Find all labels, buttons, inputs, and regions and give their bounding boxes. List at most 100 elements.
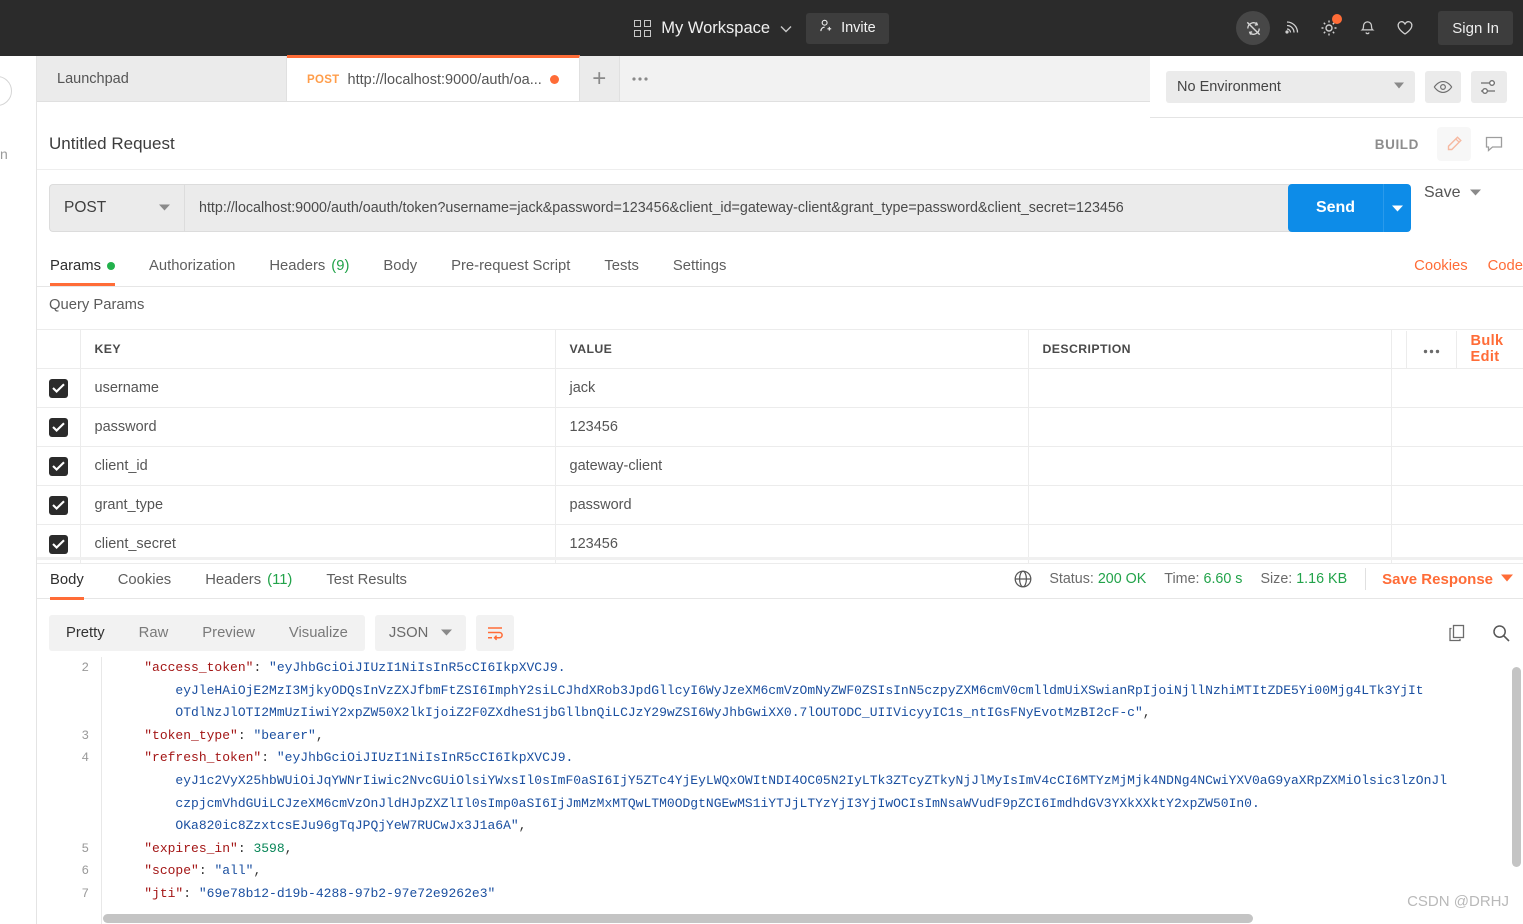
response-body-viewer[interactable]: 2 3 4 5 6 7 "access_token": "eyJhbGciOiJIUzI1… xyxy=(37,657,1523,924)
time-value: 6.60 s xyxy=(1203,571,1243,587)
tab-request-post[interactable]: POST http://localhost:9000/auth/oa... xyxy=(287,55,580,101)
http-method-select[interactable]: POST xyxy=(49,184,184,232)
view-mode-preview[interactable]: Preview xyxy=(185,615,272,651)
response-body-code[interactable]: "access_token": "eyJhbGciOiJIUzI1NiIsInR… xyxy=(103,657,1509,924)
environment-select[interactable]: No Environment xyxy=(1166,70,1415,103)
line-number xyxy=(37,702,101,725)
code-token: : xyxy=(237,840,254,856)
tab-params[interactable]: Params xyxy=(37,246,132,286)
tab-options-button[interactable] xyxy=(619,56,660,101)
invite-button[interactable]: Invite xyxy=(806,12,889,44)
pencil-icon[interactable] xyxy=(1437,127,1471,161)
eye-icon[interactable] xyxy=(1425,70,1461,103)
tab-url-label: http://localhost:9000/auth/oa... xyxy=(347,71,542,88)
tab-settings[interactable]: Settings xyxy=(656,246,743,286)
response-tab-cookies[interactable]: Cookies xyxy=(101,560,188,600)
code-link[interactable]: Code xyxy=(1488,258,1523,274)
params-more-options-button[interactable] xyxy=(1405,330,1457,368)
param-description[interactable] xyxy=(1028,407,1392,447)
workspace-name: My Workspace xyxy=(661,18,771,37)
line-number: 2 xyxy=(81,661,89,675)
tab-authorization[interactable]: Authorization xyxy=(132,246,252,286)
row-checkbox[interactable] xyxy=(48,495,68,515)
line-number-gutter: 2 3 4 5 6 7 xyxy=(37,657,102,924)
code-token: : xyxy=(237,727,254,743)
url-input[interactable]: http://localhost:9000/auth/oauth/token?u… xyxy=(184,184,1323,232)
copy-icon[interactable] xyxy=(1447,623,1467,643)
row-checkbox[interactable] xyxy=(48,417,68,437)
param-key[interactable]: grant_type xyxy=(80,485,556,525)
view-mode-pretty[interactable]: Pretty xyxy=(49,615,122,651)
code-token: "eyJhbGciOiJIUzI1NiIsInR5cCI6IkpXVCJ9. xyxy=(269,660,566,675)
table-row[interactable]: password 123456 xyxy=(37,407,1523,447)
workspace-selector[interactable]: My Workspace xyxy=(634,19,792,38)
broadcast-icon[interactable] xyxy=(1274,11,1308,45)
param-description[interactable] xyxy=(1028,368,1392,408)
environment-bar: No Environment xyxy=(1150,56,1523,118)
cookies-link[interactable]: Cookies xyxy=(1414,258,1467,274)
param-actions xyxy=(1391,485,1523,525)
divider xyxy=(1365,568,1367,590)
save-response-caret-icon[interactable] xyxy=(1501,573,1513,585)
code-token: : xyxy=(253,660,270,675)
wrap-lines-icon[interactable] xyxy=(476,615,515,651)
globe-icon[interactable] xyxy=(1013,569,1033,589)
response-tab-headers[interactable]: Headers (11) xyxy=(188,560,309,600)
row-checkbox[interactable] xyxy=(48,456,68,476)
param-key[interactable]: password xyxy=(80,407,556,447)
view-mode-visualize[interactable]: Visualize xyxy=(272,615,365,651)
param-value[interactable]: jack xyxy=(555,368,1029,408)
param-key[interactable]: client_id xyxy=(80,446,556,486)
sync-off-icon[interactable] xyxy=(1236,11,1271,45)
row-checkbox[interactable] xyxy=(48,378,68,398)
new-tab-button[interactable]: + xyxy=(579,56,620,101)
tab-body[interactable]: Body xyxy=(366,246,434,286)
response-meta-bar: Status: 200 OK Time: 6.60 s Size: 1.16 K… xyxy=(1013,560,1513,598)
tab-tests[interactable]: Tests xyxy=(587,246,656,286)
table-row[interactable]: username jack xyxy=(37,368,1523,408)
bell-icon[interactable] xyxy=(1350,11,1384,45)
tab-headers[interactable]: Headers (9) xyxy=(252,246,366,286)
sign-in-button[interactable]: Sign In xyxy=(1438,11,1513,45)
table-row[interactable]: client_id gateway-client xyxy=(37,446,1523,486)
save-button[interactable]: Save xyxy=(1424,184,1460,202)
bulk-edit-button[interactable]: Bulk Edit xyxy=(1457,333,1523,365)
line-number xyxy=(37,793,101,816)
heart-icon[interactable] xyxy=(1388,11,1422,45)
param-description[interactable] xyxy=(1028,485,1392,525)
row-checkbox[interactable] xyxy=(48,534,68,554)
line-number: 7 xyxy=(81,886,89,901)
param-value[interactable]: gateway-client xyxy=(555,446,1029,486)
response-language-select[interactable]: JSON xyxy=(374,615,467,651)
sidebar-toggle-handle[interactable] xyxy=(0,76,12,106)
save-response-button[interactable]: Save Response xyxy=(1382,571,1493,588)
param-value[interactable]: password xyxy=(555,485,1029,525)
send-group: Send xyxy=(1288,184,1411,232)
param-value[interactable]: 123456 xyxy=(555,407,1029,447)
response-tab-body[interactable]: Body xyxy=(37,560,101,600)
top-bar-actions: Sign In xyxy=(1236,0,1513,56)
search-icon[interactable] xyxy=(1491,623,1511,643)
horizontal-scrollbar[interactable] xyxy=(103,914,1253,923)
view-mode-raw[interactable]: Raw xyxy=(122,615,186,651)
save-options-button[interactable] xyxy=(1470,188,1482,199)
chevron-down-icon xyxy=(441,628,453,639)
page-title: Untitled Request xyxy=(49,133,175,153)
comment-icon[interactable] xyxy=(1477,127,1511,161)
gear-icon[interactable] xyxy=(1312,11,1346,45)
send-options-button[interactable] xyxy=(1383,184,1411,232)
vertical-scrollbar[interactable] xyxy=(1512,667,1521,867)
sliders-icon[interactable] xyxy=(1471,70,1507,103)
response-tab-test-results[interactable]: Test Results xyxy=(309,560,424,600)
code-token: , xyxy=(518,818,527,834)
tab-pre-request-script[interactable]: Pre-request Script xyxy=(434,246,587,286)
tab-launchpad[interactable]: Launchpad xyxy=(37,56,287,101)
line-number: 4 xyxy=(81,751,89,766)
send-button[interactable]: Send xyxy=(1288,184,1383,232)
code-token: "scope" xyxy=(144,863,199,879)
request-tabs-links: Cookies Code xyxy=(1414,246,1523,286)
param-description[interactable] xyxy=(1028,446,1392,486)
param-key[interactable]: username xyxy=(80,368,556,408)
table-row[interactable]: grant_type password xyxy=(37,485,1523,525)
